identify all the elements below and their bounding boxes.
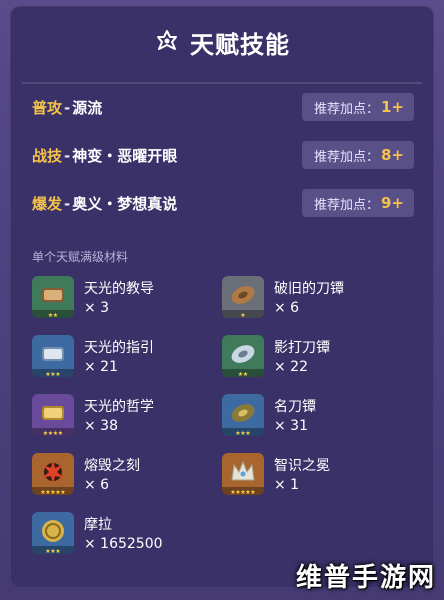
talent-type: 爆发 (32, 194, 63, 213)
material-item[interactable]: ★ ★ ★ ★ ★ 智识之冕 × 1 (222, 453, 412, 505)
recommended-level-box: 推荐加点： 9+ (302, 189, 414, 217)
talent-separator: - (64, 194, 71, 213)
mora-coin-icon: ★ ★ ★ (32, 512, 74, 554)
svg-text:★: ★ (55, 548, 60, 554)
talent-title: 战技 - 神变・恶曜开眼 (32, 145, 177, 166)
scroll-guide-icon: ★ ★ ★ (32, 335, 74, 377)
talent-separator: - (64, 146, 71, 165)
material-name: 天光的教导 (84, 281, 154, 297)
svg-text:★: ★ (58, 430, 63, 436)
materials-section-label: 单个天赋满级材料 (32, 250, 129, 264)
talent-emblem-icon (157, 30, 177, 50)
material-count: × 3 (84, 300, 110, 316)
site-watermark: 维普手游网 (295, 563, 436, 593)
talent-type: 普攻 (32, 98, 63, 117)
material-item[interactable]: ★ ★ ★ 摩拉 × 1652500 (32, 512, 222, 564)
material-count: × 38 (84, 418, 118, 434)
svg-text:★: ★ (245, 430, 250, 436)
recommended-label: 推荐加点： (314, 149, 380, 165)
recommended-label: 推荐加点： (314, 101, 380, 117)
material-item[interactable]: ★ ★ ★ 名刀镡 × 31 (222, 394, 412, 446)
material-item[interactable]: ★ ★ 天光的教导 × 3 (32, 276, 222, 328)
talent-panel: 天赋技能 普攻 - 源流 推荐加点： 1+ 战技 - 神变・恶曜开眼 推荐加点： 8+ … (10, 6, 434, 588)
material-name: 摩拉 (84, 517, 112, 533)
material-item[interactable]: ★ ★ ★ ★ 天光的哲学 × 38 (32, 394, 222, 446)
recommended-value: 8+ (380, 146, 404, 164)
page-title: 天赋技能 (190, 30, 290, 59)
svg-text:★: ★ (250, 489, 255, 495)
talent-name: 源流 (72, 98, 103, 117)
talent-row-skill: 战技 - 神变・恶曜开眼 推荐加点： 8+ (32, 140, 414, 170)
material-item[interactable]: ★ ★ ★ 天光的指引 × 21 (32, 335, 222, 387)
material-name: 熔毁之刻 (84, 458, 140, 474)
material-name: 影打刀镡 (274, 340, 330, 356)
panel-header: 天赋技能 (10, 6, 434, 78)
recommended-level-box: 推荐加点： 8+ (302, 141, 414, 169)
talent-name: 神变・恶曜开眼 (72, 146, 178, 165)
svg-text:★: ★ (243, 371, 248, 377)
talent-separator: - (64, 98, 71, 117)
material-count: × 6 (274, 300, 300, 316)
recommended-value: 1+ (380, 98, 404, 116)
material-name: 智识之冕 (274, 458, 330, 474)
header-divider (22, 82, 422, 84)
material-item[interactable]: ★ 破旧的刀镡 × 6 (222, 276, 412, 328)
scroll-philosophies-icon: ★ ★ ★ ★ (32, 394, 74, 436)
kageuchi-handguard-icon: ★ ★ (222, 335, 264, 377)
famed-handguard-icon: ★ ★ ★ (222, 394, 264, 436)
svg-text:★: ★ (53, 312, 58, 318)
material-count: × 1 (274, 477, 300, 493)
old-handguard-icon: ★ (222, 276, 264, 318)
scroll-teachings-icon: ★ ★ (32, 276, 74, 318)
material-count: × 6 (84, 477, 110, 493)
talent-type: 战技 (32, 146, 63, 165)
material-item[interactable]: ★ ★ 影打刀镡 × 22 (222, 335, 412, 387)
crown-of-insight-icon: ★ ★ ★ ★ ★ (222, 453, 264, 495)
material-count: × 1652500 (84, 536, 163, 552)
recommended-label: 推荐加点： (314, 197, 380, 213)
material-count: × 31 (274, 418, 308, 434)
talent-row-normal-attack: 普攻 - 源流 推荐加点： 1+ (32, 92, 414, 122)
material-name: 天光的哲学 (84, 399, 154, 415)
material-count: × 22 (274, 359, 308, 375)
material-name: 名刀镡 (274, 399, 316, 415)
material-name: 天光的指引 (84, 340, 154, 356)
material-item[interactable]: ★ ★ ★ ★ ★ 熔毁之刻 × 6 (32, 453, 222, 505)
talent-row-burst: 爆发 - 奥义・梦想真说 推荐加点： 9+ (32, 188, 414, 218)
molten-moment-icon: ★ ★ ★ ★ ★ (32, 453, 74, 495)
material-name: 破旧的刀镡 (274, 281, 344, 297)
talent-title: 普攻 - 源流 (32, 97, 102, 118)
talent-name: 奥义・梦想真说 (72, 194, 178, 213)
recommended-value: 9+ (380, 194, 404, 212)
svg-text:★: ★ (60, 489, 65, 495)
recommended-level-box: 推荐加点： 1+ (302, 93, 414, 121)
material-count: × 21 (84, 359, 118, 375)
svg-text:★: ★ (240, 312, 245, 318)
talent-title: 爆发 - 奥义・梦想真说 (32, 193, 177, 214)
svg-text:★: ★ (55, 371, 60, 377)
